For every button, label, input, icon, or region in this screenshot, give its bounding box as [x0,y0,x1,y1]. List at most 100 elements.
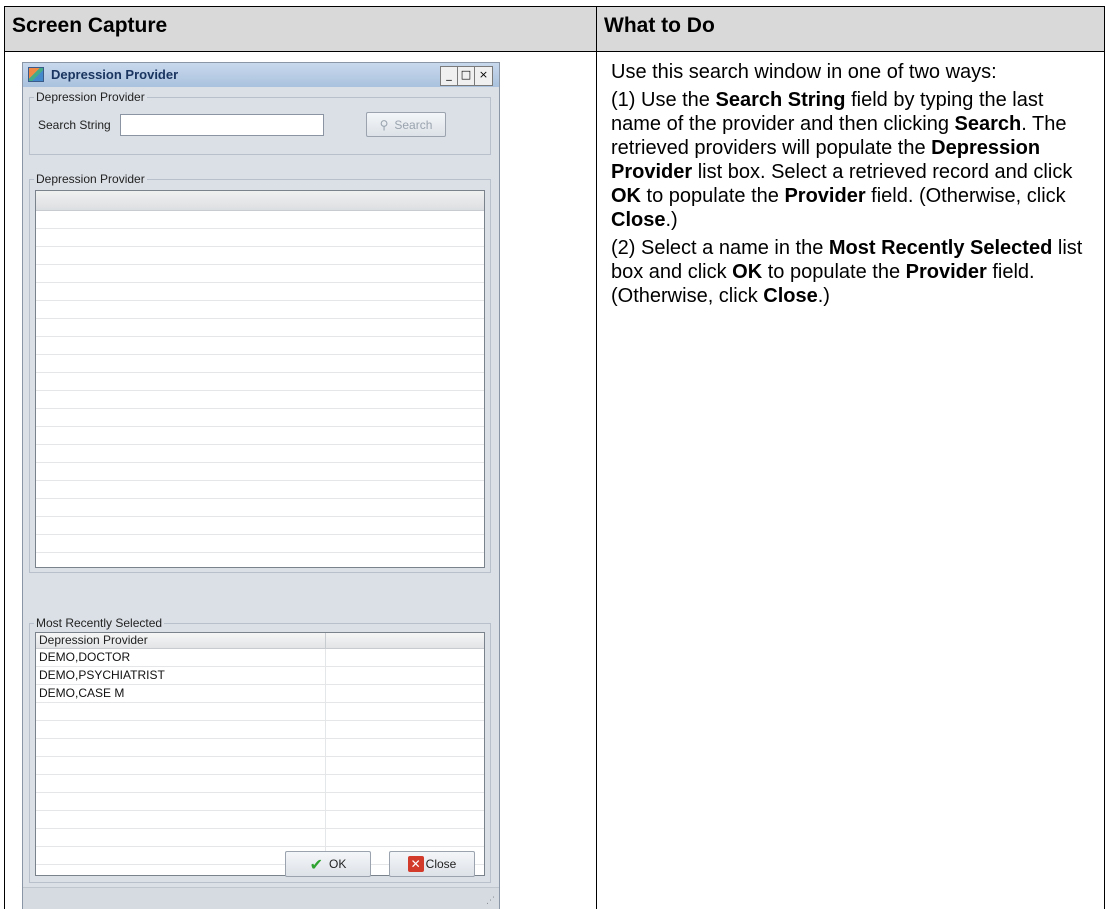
results-list-header[interactable] [36,191,484,211]
result-row[interactable] [36,265,484,283]
result-row[interactable] [36,391,484,409]
table-header-divider [4,51,1105,52]
recent-row[interactable] [36,757,484,775]
recent-row-provider [36,703,326,720]
table-header-row [4,6,1105,51]
recent-row-blank [326,811,484,828]
table-left-border [4,6,5,909]
recent-row[interactable] [36,811,484,829]
recent-row-blank [326,667,484,684]
recent-row-blank [326,793,484,810]
table-column-divider [596,6,597,909]
recent-row-blank [326,685,484,702]
result-row[interactable] [36,373,484,391]
depression-provider-list[interactable] [35,190,485,568]
dialog-title: Depression Provider [51,67,179,82]
result-row[interactable] [36,463,484,481]
header-screen-capture: Screen Capture [12,14,168,37]
close-button-label: Close [425,857,457,871]
result-row[interactable] [36,535,484,553]
recent-row[interactable] [36,721,484,739]
close-x-icon: ✕ [407,856,424,872]
search-string-input[interactable] [120,114,324,136]
result-row[interactable] [36,517,484,535]
status-bar: ⋰ [23,887,499,909]
instructions: Use this search window in one of two way… [611,60,1091,312]
search-group-label: Depression Provider [34,90,147,104]
recent-row-provider [36,811,326,828]
result-row[interactable] [36,319,484,337]
recent-row-blank [326,829,484,846]
header-what-to-do: What to Do [604,14,715,37]
recent-row-provider: DEMO,CASE M [36,685,326,702]
recent-row[interactable] [36,739,484,757]
results-rows [36,211,484,553]
recent-row[interactable] [36,829,484,847]
result-row[interactable] [36,211,484,229]
close-window-button[interactable]: × [475,67,492,85]
recent-group: Most Recently Selected Depression Provid… [29,616,491,883]
search-button[interactable]: ⚲ Search [366,112,446,137]
recent-row-provider [36,721,326,738]
recent-row-blank [326,757,484,774]
search-button-label: Search [394,117,433,132]
result-row[interactable] [36,229,484,247]
recent-list-header: Depression Provider [36,633,484,649]
recent-row-provider [36,775,326,792]
window-controls: _ □ × [440,66,493,86]
column-header-depression-provider[interactable]: Depression Provider [36,633,326,648]
instruction-step-2: (2) Select a name in the Most Recently S… [611,237,1083,307]
ok-button[interactable]: ✔ OK [285,851,371,877]
instruction-intro: Use this search window in one of two way… [611,61,997,83]
result-row[interactable] [36,337,484,355]
app-icon [28,67,44,82]
result-row[interactable] [36,481,484,499]
dialog-client-area: Depression Provider Search String ⚲ Sear… [23,87,499,909]
recent-row-provider: DEMO,PSYCHIATRIST [36,667,326,684]
recent-row-blank [326,703,484,720]
recent-row-provider [36,793,326,810]
close-button[interactable]: ✕ Close [389,851,475,877]
checkmark-icon: ✔ [309,854,324,874]
recent-row[interactable]: DEMO,PSYCHIATRIST [36,667,484,685]
recent-row-blank [326,721,484,738]
table-right-border [1104,6,1105,909]
table-top-border [4,6,1105,7]
ok-button-label: OK [329,857,347,871]
recent-row[interactable] [36,775,484,793]
maximize-button[interactable]: □ [458,67,475,85]
minimize-button[interactable]: _ [441,67,458,85]
instruction-step-1: (1) Use the Search String field by typin… [611,89,1073,231]
search-group: Depression Provider Search String ⚲ Sear… [29,90,491,155]
result-row[interactable] [36,427,484,445]
recent-row-blank [326,775,484,792]
recent-row-blank [326,739,484,756]
recent-row[interactable] [36,703,484,721]
search-string-label: Search String [38,118,111,132]
recent-row-blank [326,649,484,666]
results-group-label: Depression Provider [34,172,147,186]
recent-group-label: Most Recently Selected [34,616,165,630]
result-row[interactable] [36,283,484,301]
result-row[interactable] [36,301,484,319]
recent-row-provider [36,829,326,846]
result-row[interactable] [36,409,484,427]
recent-row[interactable] [36,793,484,811]
result-row[interactable] [36,247,484,265]
recent-row-provider [36,757,326,774]
recent-row[interactable]: DEMO,DOCTOR [36,649,484,667]
column-header-blank[interactable] [326,633,484,648]
recent-row-provider [36,847,326,864]
results-group: Depression Provider [29,172,491,573]
result-row[interactable] [36,499,484,517]
most-recently-selected-list[interactable]: Depression Provider DEMO,DOCTOR DEMO,PSYC… [35,632,485,876]
search-icon: ⚲ [379,117,389,132]
depression-provider-dialog: Depression Provider _ □ × Depression Pro… [22,62,500,909]
title-bar[interactable]: Depression Provider _ □ × [23,63,499,87]
result-row[interactable] [36,355,484,373]
recent-row-provider: DEMO,DOCTOR [36,649,326,666]
recent-row[interactable]: DEMO,CASE M [36,685,484,703]
resize-grip-icon[interactable]: ⋰ [486,896,495,906]
result-row[interactable] [36,445,484,463]
recent-row-provider [36,739,326,756]
